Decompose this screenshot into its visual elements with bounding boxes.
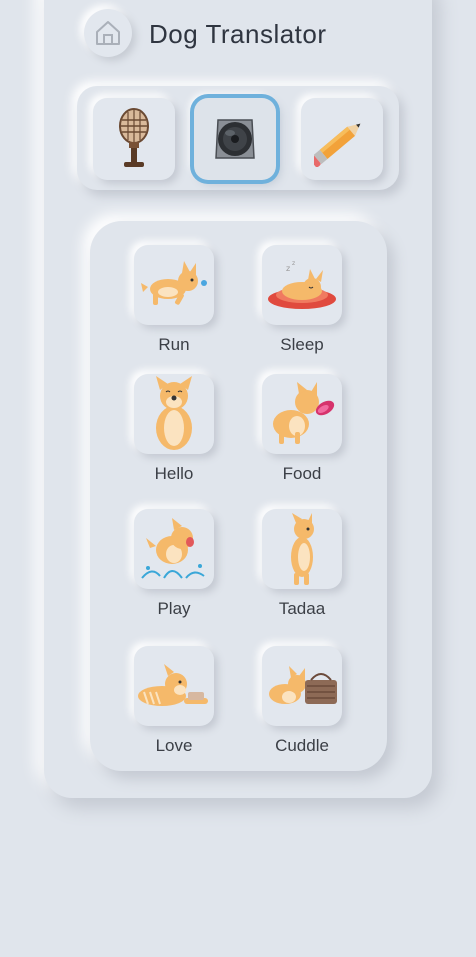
page-title: Dog Translator	[149, 19, 327, 49]
svg-text:z: z	[286, 264, 290, 273]
command-label: Tadaa	[278, 599, 326, 618]
command-tile[interactable]	[262, 646, 342, 726]
home-button[interactable]	[84, 9, 132, 57]
command-sleep[interactable]: z z Sleep	[242, 245, 362, 365]
dog-sitting-icon	[156, 376, 192, 450]
command-food[interactable]: Food	[242, 374, 362, 494]
command-panel: Run z z Sleep Hello Food Play Tadaa Love…	[90, 221, 387, 771]
command-label: Love	[155, 736, 193, 755]
svg-text:z: z	[292, 260, 295, 267]
command-label: Sleep	[280, 335, 324, 354]
microphone-mode-button[interactable]	[93, 98, 175, 180]
command-tile[interactable]	[134, 646, 214, 726]
command-cuddle[interactable]: Cuddle	[242, 646, 362, 766]
command-hello[interactable]: Hello	[114, 374, 234, 494]
command-tile[interactable]	[134, 245, 214, 325]
command-tile[interactable]	[262, 509, 342, 589]
command-label: Food	[282, 464, 322, 483]
speaker-icon	[215, 119, 255, 159]
dog-sleeping-icon: z z	[268, 260, 336, 309]
dog-splashing-icon	[141, 518, 205, 579]
command-love[interactable]: Love	[114, 646, 234, 766]
speaker-mode-button[interactable]	[194, 98, 276, 180]
dog-running-icon	[141, 261, 207, 305]
command-tile[interactable]	[262, 374, 342, 454]
dog-eating-icon	[273, 382, 335, 444]
command-tile[interactable]	[134, 509, 214, 589]
command-label: Play	[157, 599, 191, 618]
home-icon	[96, 21, 120, 45]
command-tile[interactable]: z z	[262, 245, 342, 325]
dog-basket-icon	[269, 666, 337, 704]
mode-selector	[77, 86, 399, 190]
command-label: Run	[158, 335, 190, 354]
command-tile[interactable]	[134, 374, 214, 454]
command-play[interactable]: Play	[114, 509, 234, 629]
dog-standing-icon	[291, 513, 314, 585]
pencil-mode-button[interactable]	[301, 98, 383, 180]
microphone-icon	[119, 108, 149, 167]
dog-lying-icon	[138, 664, 208, 706]
command-label: Cuddle	[275, 736, 329, 755]
command-run[interactable]: Run	[114, 245, 234, 365]
command-tadaa[interactable]: Tadaa	[242, 509, 362, 629]
pencil-icon	[314, 123, 361, 167]
command-label: Hello	[154, 464, 194, 483]
